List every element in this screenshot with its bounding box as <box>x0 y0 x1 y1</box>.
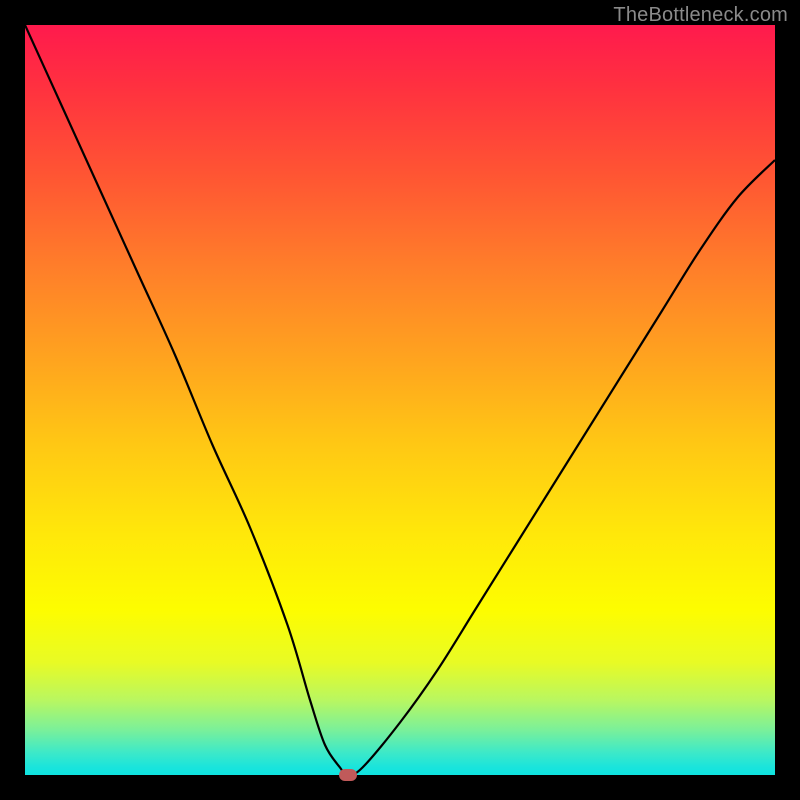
optimal-point-marker <box>339 769 357 781</box>
chart-frame: TheBottleneck.com <box>0 0 800 800</box>
watermark-text: TheBottleneck.com <box>613 4 788 27</box>
bottleneck-curve <box>25 25 775 775</box>
plot-area <box>25 25 775 775</box>
